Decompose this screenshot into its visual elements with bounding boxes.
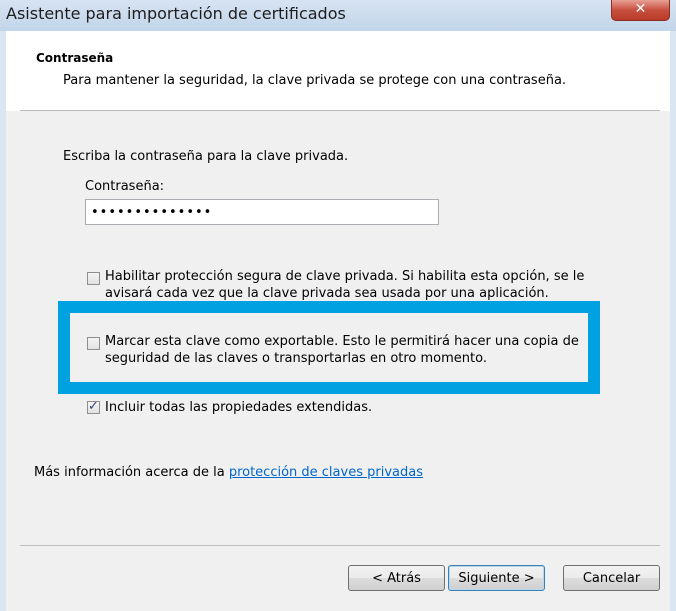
header-panel: Contraseña Para mantener la seguridad, l… bbox=[6, 31, 670, 111]
strong-protection-line2: avisará cada vez que la clave privada se… bbox=[105, 286, 549, 301]
back-button[interactable]: < Atrás bbox=[348, 565, 445, 591]
page-description: Para mantener la seguridad, la clave pri… bbox=[63, 73, 567, 88]
extended-properties-checkbox[interactable] bbox=[87, 399, 100, 414]
private-key-protection-link[interactable]: protección de claves privadas bbox=[229, 465, 423, 480]
info-text: Más información acerca de la protección … bbox=[34, 465, 423, 480]
strong-protection-line1: Habilitar protección segura de clave pri… bbox=[105, 269, 585, 284]
exportable-line2: seguridad de las claves o transportarlas… bbox=[105, 351, 487, 366]
window-title: Asistente para importación de certificad… bbox=[6, 4, 346, 23]
cancel-button[interactable]: Cancelar bbox=[563, 565, 660, 591]
strong-protection-checkbox[interactable] bbox=[87, 272, 100, 285]
password-input[interactable] bbox=[85, 199, 439, 225]
wizard-window: Asistente para importación de certificad… bbox=[0, 0, 676, 611]
footer-divider bbox=[20, 545, 660, 546]
password-instruction: Escriba la contraseña para la clave priv… bbox=[63, 149, 349, 164]
info-prefix: Más información acerca de la bbox=[34, 465, 229, 480]
close-button[interactable]: ✕ bbox=[611, 0, 670, 21]
page-title: Contraseña bbox=[36, 51, 114, 65]
wizard-content: Contraseña Para mantener la seguridad, l… bbox=[6, 31, 670, 611]
next-button[interactable]: Siguiente > bbox=[448, 565, 545, 591]
close-icon: ✕ bbox=[634, 1, 647, 17]
password-label: Contraseña: bbox=[85, 179, 165, 194]
strong-protection-label[interactable]: Habilitar protección segura de clave pri… bbox=[105, 268, 584, 302]
exportable-line1: Marcar esta clave como exportable. Esto … bbox=[105, 334, 579, 349]
exportable-checkbox[interactable] bbox=[87, 337, 100, 350]
header-divider bbox=[20, 110, 660, 111]
exportable-label[interactable]: Marcar esta clave como exportable. Esto … bbox=[105, 333, 579, 367]
title-bar[interactable]: Asistente para importación de certificad… bbox=[0, 0, 676, 31]
extended-properties-label[interactable]: Incluir todas las propiedades extendidas… bbox=[105, 399, 372, 416]
